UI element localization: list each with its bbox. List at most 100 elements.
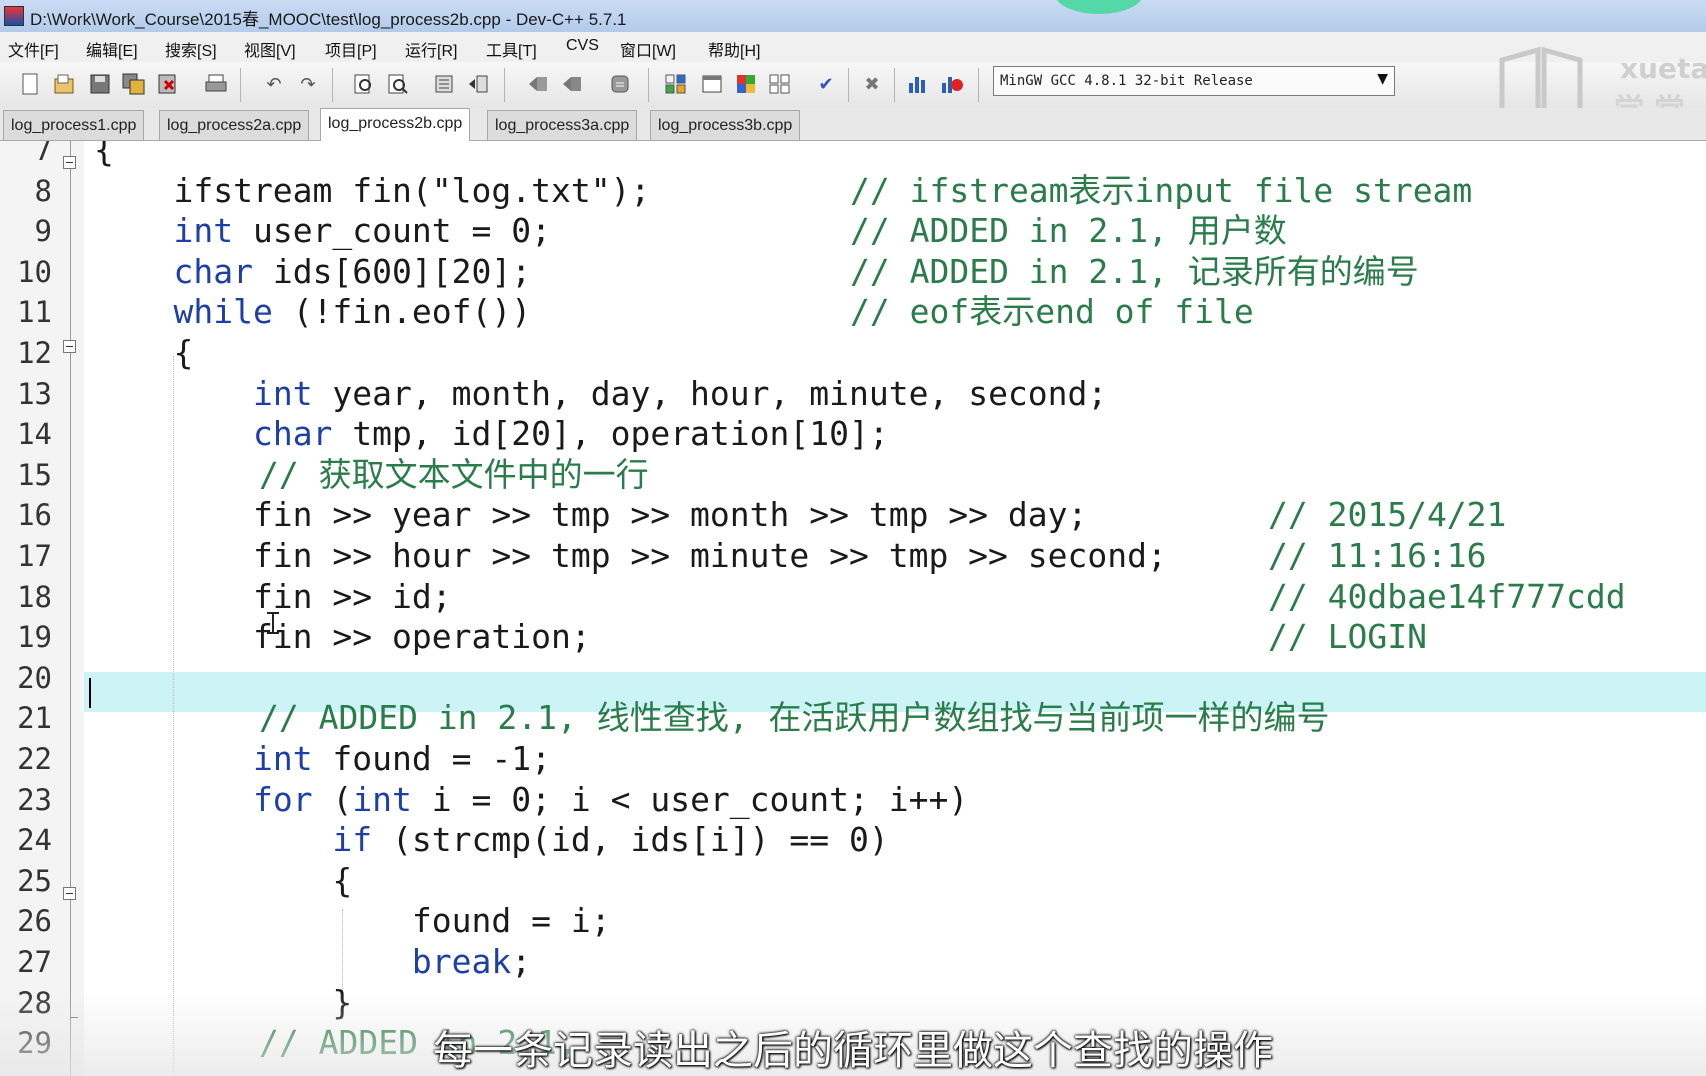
code-text: int user_count = 0; <box>173 211 551 250</box>
code-text: { <box>94 141 114 169</box>
code-editor[interactable]: 7 {8 ifstream fin("log.txt"); // ifstream表… <box>0 141 1706 1076</box>
check-syntax-icon[interactable]: ✔ <box>814 72 838 96</box>
code-comment: // 40dbae14f777cdd <box>1268 577 1626 616</box>
code-comment: // 获取文本文件中的一行 <box>259 455 649 494</box>
delete-profile-icon[interactable] <box>940 72 964 96</box>
code-text: fin >> hour >> tmp >> minute >> tmp >> s… <box>94 536 1167 575</box>
toolbar-separator <box>978 68 979 102</box>
line-number: 27 <box>17 945 52 979</box>
line-number: 23 <box>17 783 52 817</box>
code-text: ifstream fin("log.txt"); <box>94 171 651 210</box>
tab-log-process3a[interactable]: log_process3a.cpp <box>487 110 638 140</box>
redo-icon[interactable]: ↷ <box>296 72 320 96</box>
save-all-icon[interactable] <box>122 72 146 96</box>
fold-toggle-icon[interactable] <box>63 887 76 900</box>
tab-log-process2b[interactable]: log_process2b.cpp <box>320 108 471 141</box>
overlay-blob <box>1055 0 1143 14</box>
line-number: 24 <box>17 823 52 857</box>
find-icon[interactable] <box>352 72 376 96</box>
menu-tools[interactable]: 工具[T] <box>486 37 537 61</box>
dropdown-arrow-icon: ▼ <box>1377 71 1388 87</box>
tab-log-process2a[interactable]: log_process2a.cpp <box>159 110 310 140</box>
open-file-icon[interactable] <box>52 72 76 96</box>
line-number: 21 <box>17 701 52 735</box>
line-number: 13 <box>17 377 52 411</box>
run-icon[interactable] <box>700 72 724 96</box>
new-file-icon[interactable] <box>18 72 42 96</box>
toolbar-separator <box>240 68 241 102</box>
code-text: char ids[600][20]; <box>173 252 532 291</box>
keyword: break <box>411 942 512 981</box>
code-comment: // ADDED in 2.1, 用户数 <box>850 211 1287 250</box>
line-number: 20 <box>17 661 52 695</box>
window-title: D:\Work\Work_Course\2015春_MOOC\test\log_… <box>30 10 627 29</box>
unindent-icon[interactable] <box>466 72 490 96</box>
compiler-select[interactable]: MinGW GCC 4.8.1 32-bit Release ▼ <box>993 66 1395 96</box>
line-number: 22 <box>17 742 52 776</box>
code-comment: // ADDED in 2.1, 记录所有的编号 <box>850 252 1419 291</box>
keyword: if <box>332 820 373 859</box>
keyword: int <box>173 211 234 250</box>
text-cursor-icon <box>267 612 279 634</box>
line-number: 8 <box>34 174 52 208</box>
menu-bar: 文件[F] 编辑[E] 搜索[S] 视图[V] 项目[P] 运行[R] 工具[T… <box>0 32 1706 63</box>
code-text: { <box>94 861 353 900</box>
line-number: 26 <box>17 904 52 938</box>
line-number: 17 <box>17 539 52 573</box>
code-comment: // 11:16:16 <box>1268 536 1487 575</box>
keyword: int <box>252 739 313 778</box>
compile-run-icon[interactable] <box>734 72 758 96</box>
menu-run[interactable]: 运行[R] <box>405 37 457 61</box>
compile-icon[interactable] <box>664 72 688 96</box>
code-text: for (int i = 0; i < user_count; i++) <box>252 780 969 819</box>
replace-icon[interactable] <box>386 72 410 96</box>
fold-toggle-icon[interactable] <box>63 340 76 353</box>
menu-project[interactable]: 项目[P] <box>325 37 377 61</box>
menu-search[interactable]: 搜索[S] <box>165 37 217 61</box>
toggle-bookmark-icon[interactable] <box>526 72 550 96</box>
code-text: fin >> year >> tmp >> month >> tmp >> da… <box>94 495 1088 534</box>
indent-icon[interactable] <box>432 72 456 96</box>
menu-file[interactable]: 文件[F] <box>8 37 59 61</box>
stop-icon[interactable]: ✖ <box>860 72 884 96</box>
code-text: if (strcmp(id, ids[i]) == 0) <box>332 820 889 859</box>
menu-window[interactable]: 窗口[W] <box>620 37 676 61</box>
video-subtitle: 每一条记录读出之后的循环里做这个查找的操作 <box>433 1028 1273 1074</box>
menu-cvs[interactable]: CVS <box>566 37 599 55</box>
code-comment: // 2015/4/21 <box>1268 495 1507 534</box>
toolbar-separator <box>848 68 849 102</box>
goto-line-icon[interactable] <box>608 72 632 96</box>
code-text: fin >> id; <box>94 577 452 616</box>
keyword: char <box>252 414 333 453</box>
print-icon[interactable] <box>204 72 228 96</box>
line-number: 9 <box>34 214 52 248</box>
code-text: found = i; <box>94 901 611 940</box>
menu-view[interactable]: 视图[V] <box>244 37 296 61</box>
code-text: break; <box>411 942 532 981</box>
code-comment: // LOGIN <box>1268 617 1427 656</box>
tab-bar: log_process1.cpp log_process2a.cpp log_p… <box>0 108 1706 141</box>
save-icon[interactable] <box>88 72 112 96</box>
tab-log-process1[interactable]: log_process1.cpp <box>3 110 145 140</box>
code-text: while (!fin.eof()) <box>173 292 532 331</box>
menu-edit[interactable]: 编辑[E] <box>86 37 138 61</box>
fold-guide-line <box>70 141 71 1076</box>
text-caret <box>89 678 91 708</box>
code-text: int year, month, day, hour, minute, seco… <box>252 374 1108 413</box>
line-number: 25 <box>17 864 52 898</box>
close-file-icon[interactable] <box>156 72 180 96</box>
tab-log-process3b[interactable]: log_process3b.cpp <box>650 110 801 140</box>
keyword: char <box>173 252 253 291</box>
menu-help[interactable]: 帮助[H] <box>708 37 760 61</box>
code-text: char tmp, id[20], operation[10]; <box>252 414 889 453</box>
line-number: 19 <box>17 620 52 654</box>
line-number: 12 <box>17 336 52 370</box>
keyword: for <box>252 780 313 819</box>
rebuild-all-icon[interactable] <box>768 72 792 96</box>
undo-icon[interactable]: ↶ <box>262 72 286 96</box>
toolbar-separator <box>648 68 649 102</box>
profile-icon[interactable] <box>906 72 930 96</box>
goto-bookmark-icon[interactable] <box>560 72 584 96</box>
keyword: while <box>173 292 273 331</box>
fold-toggle-icon[interactable] <box>63 156 76 169</box>
